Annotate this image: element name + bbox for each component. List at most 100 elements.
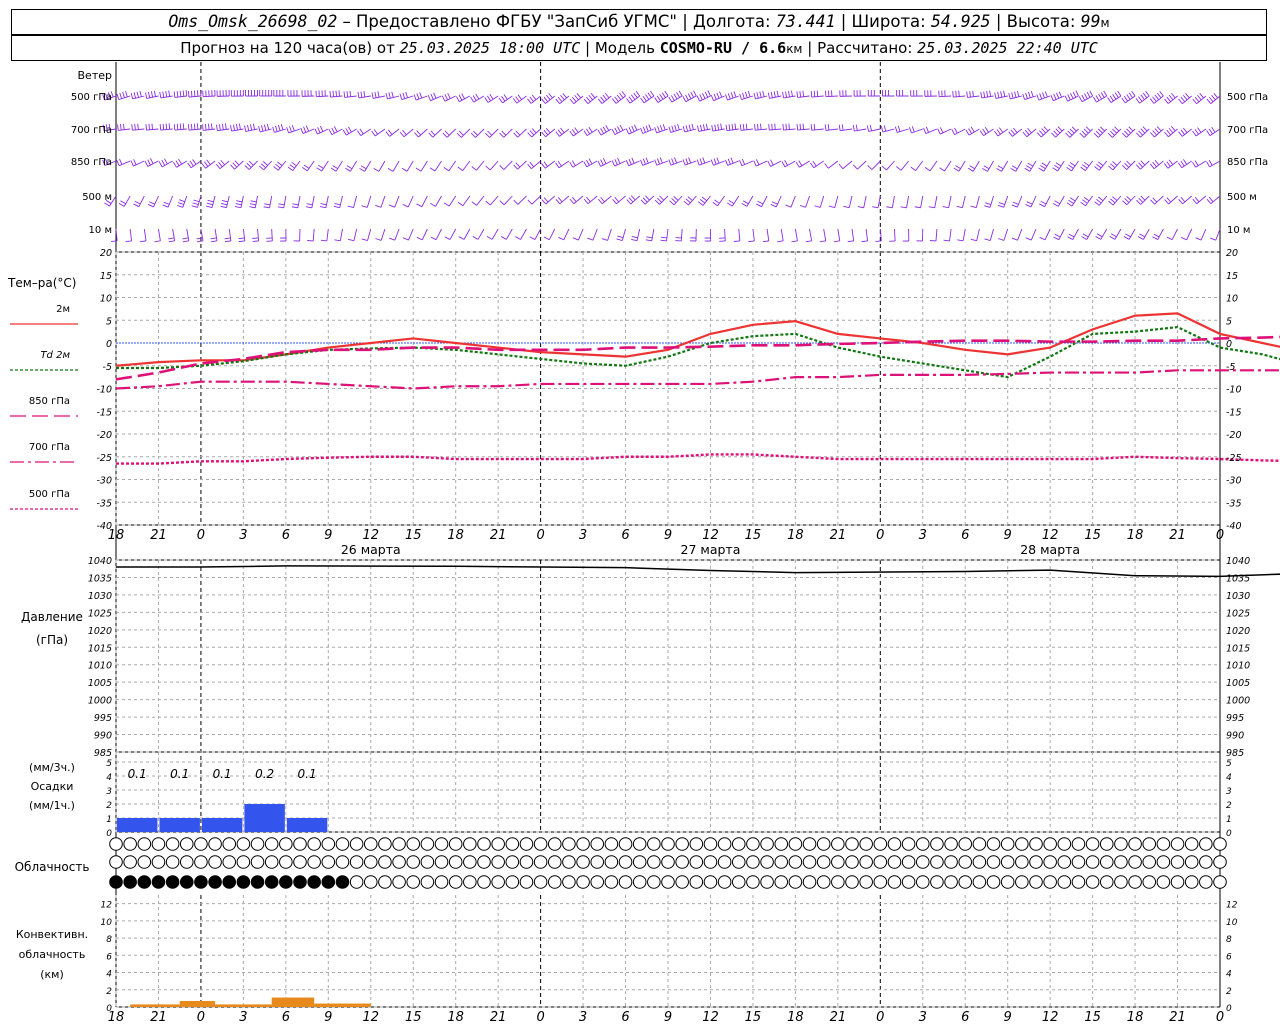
cloud-symbol xyxy=(562,837,576,851)
wind-barb-feather xyxy=(1027,127,1032,134)
wind-barb-feather xyxy=(1178,199,1183,205)
wind-barb-feather xyxy=(1064,95,1069,102)
wind-barb-shaft xyxy=(1157,228,1164,240)
wind-barb-feather xyxy=(513,132,519,138)
cloud-symbol xyxy=(859,875,873,889)
wind-barb-feather xyxy=(791,240,798,243)
cloud-symbol xyxy=(986,855,1001,869)
wind-barb-feather xyxy=(235,203,242,206)
wind-barb-feather xyxy=(1098,196,1104,202)
wind-barb-shaft xyxy=(805,195,810,208)
cloud-symbol xyxy=(1099,855,1114,869)
wind-barb-feather xyxy=(387,167,394,172)
pres-tick-left: 995 xyxy=(94,713,112,724)
wind-barb-shaft xyxy=(1128,228,1136,240)
wind-barb-feather xyxy=(819,240,826,243)
cloud-symbol xyxy=(1057,875,1072,889)
wind-barb-feather xyxy=(513,199,519,205)
wind-barb-feather xyxy=(1180,236,1187,241)
wind-barb-feather xyxy=(1065,132,1071,138)
wind-barb-feather xyxy=(136,91,139,98)
wind-barb-feather xyxy=(139,90,142,97)
wind-level-left: 500 гПа xyxy=(71,92,112,103)
cloud-symbol xyxy=(845,855,859,869)
wind-barb-feather xyxy=(881,165,887,171)
temp-title: Тем–ра(°С) xyxy=(7,276,76,290)
precip-label: 0.1 xyxy=(170,767,189,781)
wind-barb-shaft xyxy=(366,195,372,208)
wind-barb-shaft xyxy=(420,160,428,172)
wind-barb-feather xyxy=(685,94,689,101)
wind-barb-feather xyxy=(924,167,931,172)
wind-barb-feather xyxy=(642,96,647,102)
conv-unit: (км) xyxy=(40,968,64,981)
pres-tick-left: 1040 xyxy=(88,556,112,567)
wind-barb-feather xyxy=(659,157,663,164)
wind-barb-feather xyxy=(983,165,990,170)
wind-barb-feather xyxy=(997,91,1000,98)
wind-barb-feather xyxy=(1025,204,1032,208)
cloud-symbol xyxy=(661,837,675,851)
cloud-symbol xyxy=(363,875,378,889)
wind-barb-feather xyxy=(699,199,706,204)
wind-barb-feather xyxy=(1079,132,1085,138)
cloud-symbol xyxy=(1114,837,1128,851)
wind-barb-shaft xyxy=(577,228,584,241)
wind-barb-feather xyxy=(485,165,491,171)
wind-barb-feather xyxy=(696,95,701,102)
wind-barb-feather xyxy=(1107,97,1112,103)
wind-barb-shaft xyxy=(123,195,131,207)
wind-barb-shaft xyxy=(1003,228,1009,241)
wind-barb-feather xyxy=(413,94,417,101)
wind-barb-shaft xyxy=(746,195,754,207)
wind-barb-shaft xyxy=(463,228,471,240)
wind-barb-feather xyxy=(640,97,645,104)
wind-barb-feather xyxy=(1194,96,1200,103)
wind-barb-feather xyxy=(989,90,992,97)
wind-barb-feather xyxy=(260,163,267,169)
wind-barb-feather xyxy=(1180,160,1185,167)
wind-barb-shaft xyxy=(906,195,910,208)
temp-tick-right: -35 xyxy=(1226,498,1242,509)
wind-barb-feather xyxy=(602,158,607,164)
pressure-plot xyxy=(116,565,1280,578)
wind-barb-feather xyxy=(1051,132,1056,138)
wind-barb-feather xyxy=(698,201,704,206)
wind-barb-feather xyxy=(405,91,408,98)
wind-barb-feather xyxy=(470,96,475,103)
cloud-symbol xyxy=(930,855,944,869)
cloud-symbol xyxy=(392,875,406,889)
prec-tick-left: 5 xyxy=(106,759,112,769)
wind-barb-feather xyxy=(560,94,565,101)
wind-barb-feather xyxy=(773,91,776,98)
wind-barb-feather xyxy=(1124,162,1130,168)
wind-barb-feather xyxy=(1166,96,1171,102)
wind-barb-feather xyxy=(600,128,605,134)
prec-tick-right: 3 xyxy=(1226,787,1232,797)
wind-barb-feather xyxy=(588,127,593,133)
wind-barb-shaft xyxy=(563,228,570,241)
wind-barb-feather xyxy=(781,161,786,168)
wind-barb-shaft xyxy=(1171,228,1178,240)
wind-barb-feather xyxy=(1081,236,1087,240)
wind-barb-feather xyxy=(682,96,687,102)
wind-barb-feather xyxy=(1108,165,1114,171)
wind-barb-feather xyxy=(956,205,963,209)
wind-barb-feather xyxy=(795,161,800,168)
wind-barb-feather xyxy=(388,92,391,99)
wind-barb-shaft xyxy=(989,195,994,208)
wind-barb-feather xyxy=(748,240,755,243)
wind-barb-feather xyxy=(647,92,652,98)
wind-barb-feather xyxy=(262,161,269,166)
wind-barb-feather xyxy=(1206,98,1212,104)
cloud-symbol xyxy=(972,837,987,851)
wind-barb-feather xyxy=(967,167,974,172)
wind-barb-feather xyxy=(515,130,521,136)
cloud-symbol xyxy=(831,875,845,889)
wind-barb-feather xyxy=(734,123,737,130)
wind-barb-feather xyxy=(148,123,150,130)
wind-barb-feather xyxy=(972,90,974,97)
wind-barb-shaft xyxy=(1072,228,1079,240)
wind-barb-shaft xyxy=(153,195,159,208)
wind-barb-feather xyxy=(1055,128,1061,134)
